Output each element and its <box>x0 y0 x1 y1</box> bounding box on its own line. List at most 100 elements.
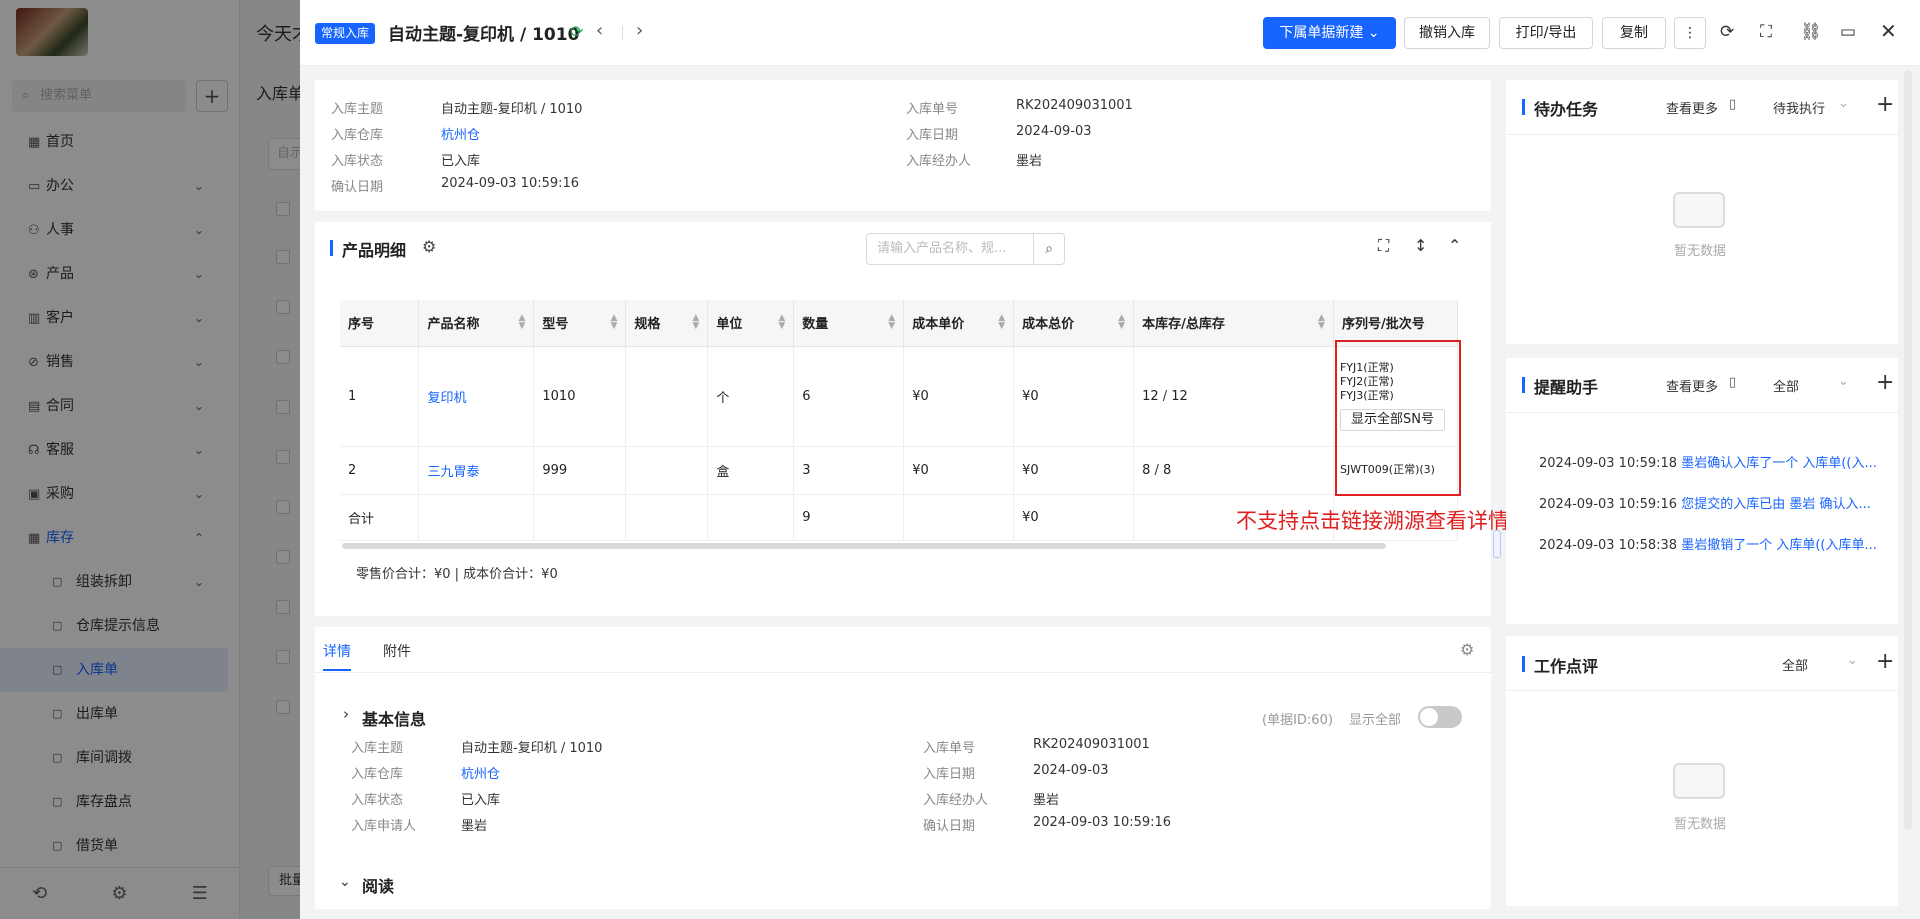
tab-divider <box>315 672 1491 673</box>
field-value: 2024-09-03 <box>1016 124 1092 139</box>
field-label: 入库经办人 <box>906 154 972 169</box>
field-label: 入库状态 <box>351 793 404 808</box>
sort-icon[interactable]: ▲ ▼ <box>518 314 525 331</box>
field-label: 确认日期 <box>331 180 384 195</box>
vertical-scrollbar[interactable] <box>1904 70 1912 830</box>
book-icon: ▯ <box>1729 97 1737 112</box>
copy-button[interactable]: 复制 <box>1602 17 1666 49</box>
column-header[interactable]: 成本单价 ▲ ▼ <box>903 300 1015 347</box>
field-label: 入库仓库 <box>351 767 404 782</box>
field-value[interactable]: 杭州仓 <box>461 763 500 782</box>
horizontal-scrollbar[interactable] <box>342 543 1386 549</box>
search-icon[interactable]: ⌕ <box>1033 233 1065 265</box>
table-header-row: 序号 产品名称 ▲ ▼ 型号 ▲ ▼ 规格 ▲ ▼ 单位 ▲ ▼ 数量 ▲ ▼ 成本单价 ▲ ▼ 成本总价 ▲ ▼ 本库存/… <box>340 300 1459 347</box>
print-export-button[interactable]: 打印/导出 <box>1499 17 1593 49</box>
chevron-right-icon[interactable]: › <box>343 705 349 723</box>
cell-value: ¥0 <box>1022 388 1039 404</box>
column-header-label: 产品名称 <box>427 317 480 333</box>
window-dock-icon[interactable]: ▭ <box>1840 22 1856 42</box>
column-header[interactable]: 单位 ▲ ▼ <box>707 300 795 347</box>
product-name-link[interactable]: 三九胃泰 <box>427 465 479 480</box>
close-icon[interactable]: ✕ <box>1880 19 1897 43</box>
column-header-label: 成本单价 <box>912 317 965 333</box>
show-all-toggle[interactable] <box>1418 706 1462 728</box>
reminder-text-link[interactable]: 您提交的入库已由 墨岩 确认入... <box>1681 497 1871 512</box>
cell-value: 盒 <box>716 464 730 480</box>
add-review-button[interactable]: + <box>1876 649 1894 674</box>
reminder-item[interactable]: 2024-09-03 10:59:18 墨岩确认入库了一个 入库单((入... <box>1539 452 1877 471</box>
add-reminder-button[interactable]: + <box>1876 370 1894 395</box>
chevron-down-icon[interactable]: ⌄ <box>339 874 351 890</box>
tab-attachments[interactable]: 附件 <box>383 641 411 661</box>
add-todo-button[interactable]: + <box>1876 92 1894 117</box>
stock-cell: 8 / 8 <box>1133 446 1334 495</box>
cell-value: 2 <box>348 462 357 478</box>
column-header[interactable]: 本库存/总库存 ▲ ▼ <box>1133 300 1334 347</box>
review-filter-select[interactable]: 全部 <box>1782 655 1808 674</box>
sort-icon[interactable]: ▲ ▼ <box>692 314 699 331</box>
column-header[interactable]: 规格 ▲ ▼ <box>625 300 709 347</box>
field-value: 自动主题-复印机 / 1010 <box>461 741 603 756</box>
table-cell: 三九胃泰 <box>418 446 535 495</box>
column-header[interactable]: 型号 ▲ ▼ <box>533 300 627 347</box>
todo-more-link[interactable]: 查看更多 <box>1666 98 1718 117</box>
reminder-item[interactable]: 2024-09-03 10:59:16 您提交的入库已由 墨岩 确认入... <box>1539 493 1871 512</box>
column-header-label: 规格 <box>634 317 661 333</box>
table-cell: 复印机 <box>418 346 535 447</box>
field-label: 入库状态 <box>331 154 384 169</box>
reminder-filter-select[interactable]: 全部 <box>1773 376 1799 395</box>
column-header-label: 成本总价 <box>1022 317 1075 333</box>
reminder-item[interactable]: 2024-09-03 10:58:38 墨岩撤销了一个 入库单((入库单... <box>1539 534 1877 553</box>
more-menu-button[interactable]: ⋮ <box>1674 17 1706 49</box>
collapse-up-icon[interactable]: ⌃ <box>1448 236 1461 255</box>
reminder-text-link[interactable]: 墨岩撤销了一个 入库单((入库单... <box>1681 538 1877 553</box>
link-icon[interactable]: ⛓ <box>1800 22 1822 42</box>
panel-resize-handle[interactable] <box>1493 530 1501 558</box>
sort-icon[interactable]: ▲ ▼ <box>610 314 617 331</box>
reminder-text-link[interactable]: 墨岩确认入库了一个 入库单((入... <box>1681 456 1877 471</box>
type-tag: 常规入库 <box>315 23 376 44</box>
todo-empty-text: 暂无数据 <box>1674 244 1727 259</box>
sort-icon[interactable]: ▲ ▼ <box>1318 314 1325 331</box>
undo-stock-in-button[interactable]: 撤销入库 <box>1404 17 1490 49</box>
field-value[interactable]: 杭州仓 <box>441 124 480 143</box>
sort-icon[interactable]: ▲ ▼ <box>1118 314 1125 331</box>
refresh-icon[interactable]: ⟳ <box>1720 22 1734 42</box>
column-header-label: 本库存/总库存 <box>1142 317 1225 333</box>
table-cell: 3 <box>793 446 905 495</box>
cell-value: ¥0 <box>912 388 929 404</box>
product-search-input[interactable]: 请输入产品名称、规... <box>866 233 1034 265</box>
column-header[interactable]: 成本总价 ▲ ▼ <box>1013 300 1135 347</box>
field-label: 入库申请人 <box>351 819 417 834</box>
sort-icon[interactable]: ▲ ▼ <box>778 314 785 331</box>
table-cell: 1 <box>340 346 420 447</box>
expand-icon[interactable]: ⛶ <box>1378 236 1389 256</box>
gear-icon[interactable]: ⚙ <box>1460 640 1474 659</box>
sort-icon[interactable]: ▲ ▼ <box>888 314 895 331</box>
sort-icon[interactable]: ▲ ▼ <box>998 314 1005 331</box>
document-id: (单据ID:60) <box>1262 713 1333 728</box>
panel-divider <box>1506 412 1898 413</box>
next-record-icon[interactable]: › <box>636 20 643 41</box>
product-name-link[interactable]: 复印机 <box>427 391 466 406</box>
column-header[interactable]: 序号 <box>340 300 420 347</box>
reminder-time: 2024-09-03 10:59:18 <box>1539 456 1678 471</box>
chevron-down-icon: ⌄ <box>1838 96 1849 111</box>
gear-icon[interactable]: ⚙ <box>422 237 436 256</box>
field-value: 墨岩 <box>461 819 488 834</box>
column-header[interactable]: 数量 ▲ ▼ <box>793 300 905 347</box>
prev-record-icon[interactable]: ‹ <box>596 20 603 41</box>
table-cell: 合计 <box>340 494 420 541</box>
empty-inbox-icon <box>1673 763 1725 799</box>
todo-filter-select[interactable]: 待我执行 <box>1773 98 1825 117</box>
column-header-label: 型号 <box>542 317 569 333</box>
fullscreen-icon[interactable]: ⛶ <box>1760 22 1772 42</box>
new-sub-document-button[interactable]: 下属单据新建 ⌄ <box>1263 17 1396 49</box>
column-header[interactable]: 产品名称 ▲ ▼ <box>418 300 535 347</box>
tab-details[interactable]: 详情 <box>323 641 351 661</box>
sync-icon[interactable]: ⟳ <box>570 22 583 41</box>
row-height-icon[interactable]: ↕ <box>1414 236 1427 255</box>
reminder-more-link[interactable]: 查看更多 <box>1666 376 1718 395</box>
field-value: 2024-09-03 <box>1033 763 1109 778</box>
drawer-header: 常规入库 自动主题-复印机 / 1010 ⟳ ‹ › 下属单据新建 ⌄ 撤销入库… <box>300 0 1920 66</box>
